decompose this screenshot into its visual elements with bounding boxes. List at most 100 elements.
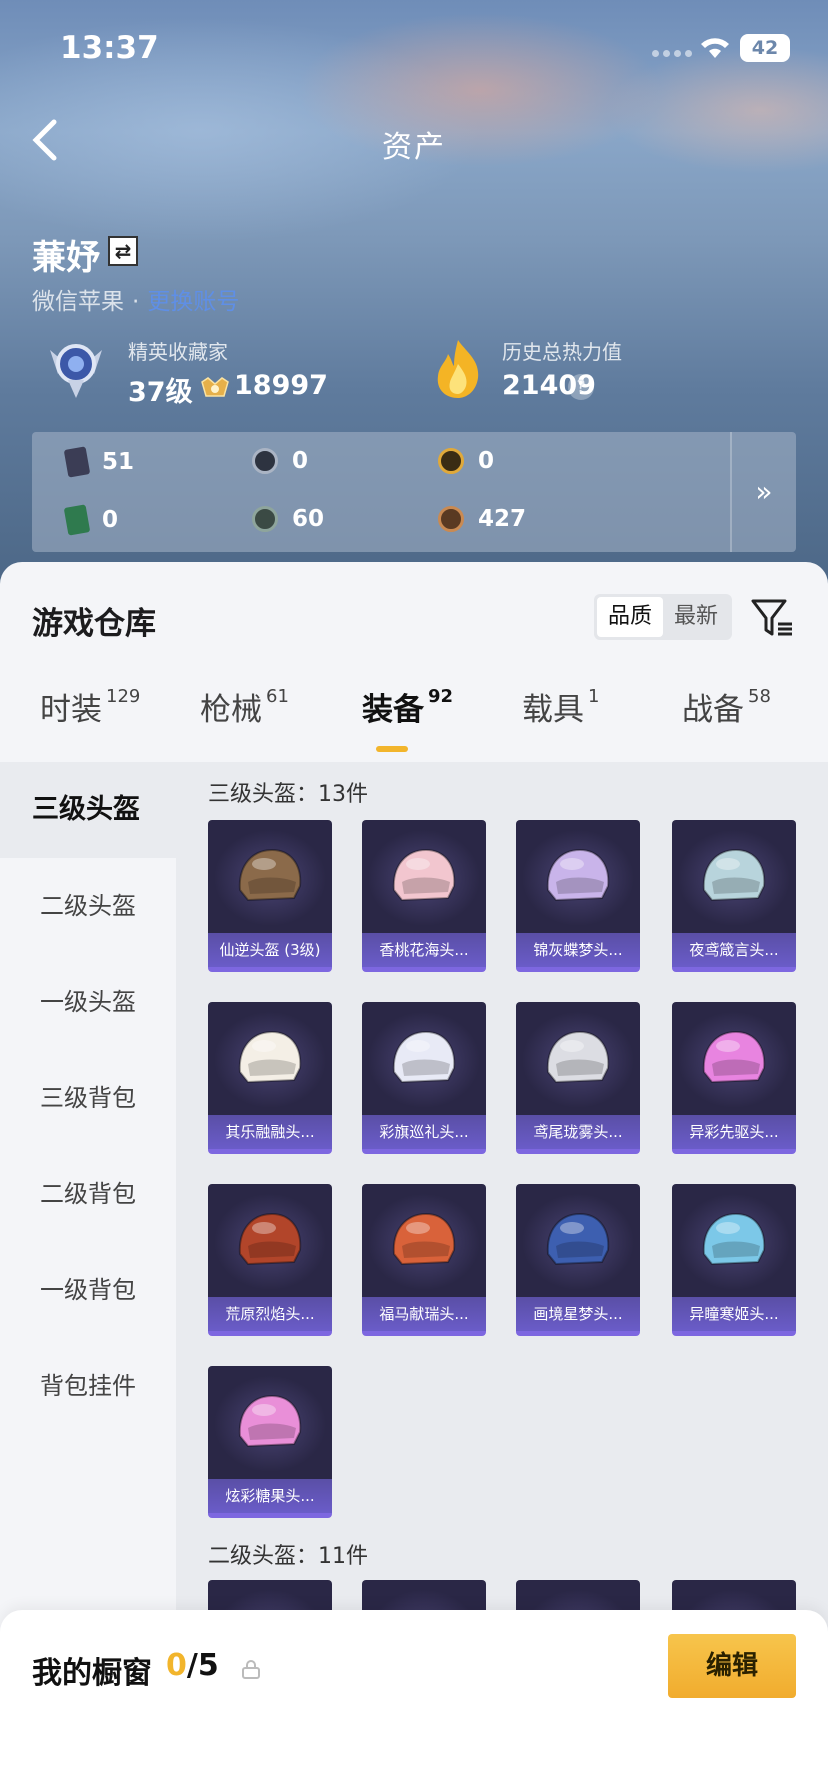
item-name: 异彩先驱头... xyxy=(672,1115,796,1149)
top-nav: 资产 xyxy=(0,110,828,170)
item-card[interactable]: 其乐融融头... xyxy=(208,1002,332,1154)
silver-coin-icon xyxy=(252,448,278,474)
lock-icon xyxy=(242,1660,260,1679)
item-name: 异瞳寒姬头... xyxy=(672,1297,796,1331)
resource-value: 0 xyxy=(102,507,119,533)
tab-fashion[interactable]: 时装 129 xyxy=(40,684,140,729)
tab-vehicles[interactable]: 载具 1 xyxy=(522,684,599,729)
resource-value: 60 xyxy=(292,506,325,532)
resource-item: 0 xyxy=(63,504,119,536)
helmet-icon xyxy=(546,848,610,902)
rank-level: 37级 xyxy=(128,377,193,408)
bronze-coin-icon xyxy=(438,506,464,532)
helmet-icon xyxy=(238,1394,302,1448)
sidebar-item-level1-backpack[interactable]: 一级背包 xyxy=(0,1242,176,1338)
item-card[interactable]: 香桃花海头... xyxy=(362,820,486,972)
item-name: 福马献瑞头... xyxy=(362,1297,486,1331)
tab-count: 58 xyxy=(748,686,771,707)
item-card[interactable]: 福马献瑞头... xyxy=(362,1184,486,1336)
signal-icon xyxy=(652,50,692,57)
helmet-icon xyxy=(238,1030,302,1084)
item-card[interactable]: 异瞳寒姬头... xyxy=(672,1184,796,1336)
sidebar-item-level3-helmet[interactable]: 三级头盔 xyxy=(0,762,176,858)
item-card[interactable]: 异彩先驱头... xyxy=(672,1002,796,1154)
helmet-icon xyxy=(238,1212,302,1266)
edit-button[interactable]: 编辑 xyxy=(668,1634,796,1698)
item-name: 彩旗巡礼头... xyxy=(362,1115,486,1149)
resource-value: 0 xyxy=(478,448,495,474)
coin-value: 18997 xyxy=(234,370,328,401)
rank-label: 精英收藏家 xyxy=(128,340,228,364)
helmet-icon xyxy=(392,1212,456,1266)
sort-newest-button[interactable]: 最新 xyxy=(663,597,729,637)
wifi-icon xyxy=(701,38,729,58)
item-name: 仙逆头盔 (3级) xyxy=(208,933,332,967)
showcase-total: /5 xyxy=(186,1648,219,1683)
sort-toggle: 品质 最新 xyxy=(594,594,732,640)
showcase-count: 0/5 xyxy=(166,1648,219,1683)
helmet-icon xyxy=(238,848,302,902)
battery-icon: 42 xyxy=(740,34,790,62)
status-bar: 13:37 42 xyxy=(0,0,828,100)
showcase-current: 0 xyxy=(166,1648,187,1683)
section-title: 二级头盔：11件 xyxy=(208,1544,368,1569)
item-card[interactable]: 鸢尾珑雾头... xyxy=(516,1002,640,1154)
tab-count: 61 xyxy=(266,686,289,707)
resource-item: 60 xyxy=(252,506,324,532)
tab-label: 装备 xyxy=(362,692,424,728)
sidebar-item-backpack-charm[interactable]: 背包挂件 xyxy=(0,1338,176,1434)
switch-account-icon[interactable]: ⇄ xyxy=(108,236,138,266)
resource-item: 427 xyxy=(438,506,526,532)
sidebar-item-level1-helmet[interactable]: 一级头盔 xyxy=(0,954,176,1050)
showcase-label: 我的橱窗 xyxy=(32,1656,152,1691)
filter-icon[interactable] xyxy=(750,596,794,640)
tab-count: 92 xyxy=(428,686,454,707)
platform-name: 微信苹果 xyxy=(32,289,124,315)
showcase-bar: 我的橱窗 0/5 编辑 xyxy=(0,1610,828,1792)
tab-gear[interactable]: 战备 58 xyxy=(682,684,771,729)
card-dark-icon xyxy=(63,446,91,478)
resource-value: 0 xyxy=(292,448,309,474)
resource-item: 0 xyxy=(438,448,494,474)
helmet-icon xyxy=(702,848,766,902)
sidebar-item-level3-backpack[interactable]: 三级背包 xyxy=(0,1050,176,1146)
item-name: 鸢尾珑雾头... xyxy=(516,1115,640,1149)
tab-label: 战备 xyxy=(682,692,744,728)
helmet-icon xyxy=(702,1030,766,1084)
item-name: 画境星梦头... xyxy=(516,1297,640,1331)
flame-icon xyxy=(437,340,479,398)
sidebar-item-level2-helmet[interactable]: 二级头盔 xyxy=(0,858,176,954)
expand-resources-button[interactable]: » xyxy=(744,472,784,512)
tab-weapons[interactable]: 枪械 61 xyxy=(200,684,289,729)
tab-count: 129 xyxy=(106,686,141,707)
item-card[interactable]: 彩旗巡礼头... xyxy=(362,1002,486,1154)
sort-quality-button[interactable]: 品质 xyxy=(597,597,663,637)
status-time: 13:37 xyxy=(60,30,159,66)
item-card[interactable]: 画境星梦头... xyxy=(516,1184,640,1336)
sidebar-item-level2-backpack[interactable]: 二级背包 xyxy=(0,1146,176,1242)
tab-label: 时装 xyxy=(40,692,102,728)
change-account-link[interactable]: 更换账号 xyxy=(147,289,239,315)
item-name: 锦灰蝶梦头... xyxy=(516,933,640,967)
gold-coin-icon xyxy=(438,448,464,474)
item-name: 炫彩糖果头... xyxy=(208,1479,332,1513)
helmet-icon xyxy=(392,1030,456,1084)
item-card[interactable]: 炫彩糖果头... xyxy=(208,1366,332,1518)
item-name: 荒原烈焰头... xyxy=(208,1297,332,1331)
item-card[interactable]: 仙逆头盔 (3级) xyxy=(208,820,332,972)
helmet-icon xyxy=(392,848,456,902)
green-coin-icon xyxy=(252,506,278,532)
item-card[interactable]: 荒原烈焰头... xyxy=(208,1184,332,1336)
card-green-icon xyxy=(63,504,91,536)
item-card[interactable]: 夜鸢箴言头... xyxy=(672,820,796,972)
page-title: 资产 xyxy=(382,130,446,165)
tab-equipment[interactable]: 装备 92 xyxy=(362,684,453,729)
item-card[interactable]: 锦灰蝶梦头... xyxy=(516,820,640,972)
helmet-icon xyxy=(546,1212,610,1266)
active-tab-indicator xyxy=(376,746,408,752)
resource-item: 0 xyxy=(252,448,308,474)
help-icon[interactable]: ? xyxy=(568,374,594,400)
divider xyxy=(730,432,732,552)
resource-item: 51 xyxy=(63,446,134,478)
resource-panel: 51 0 0 0 60 427 » xyxy=(32,432,796,552)
